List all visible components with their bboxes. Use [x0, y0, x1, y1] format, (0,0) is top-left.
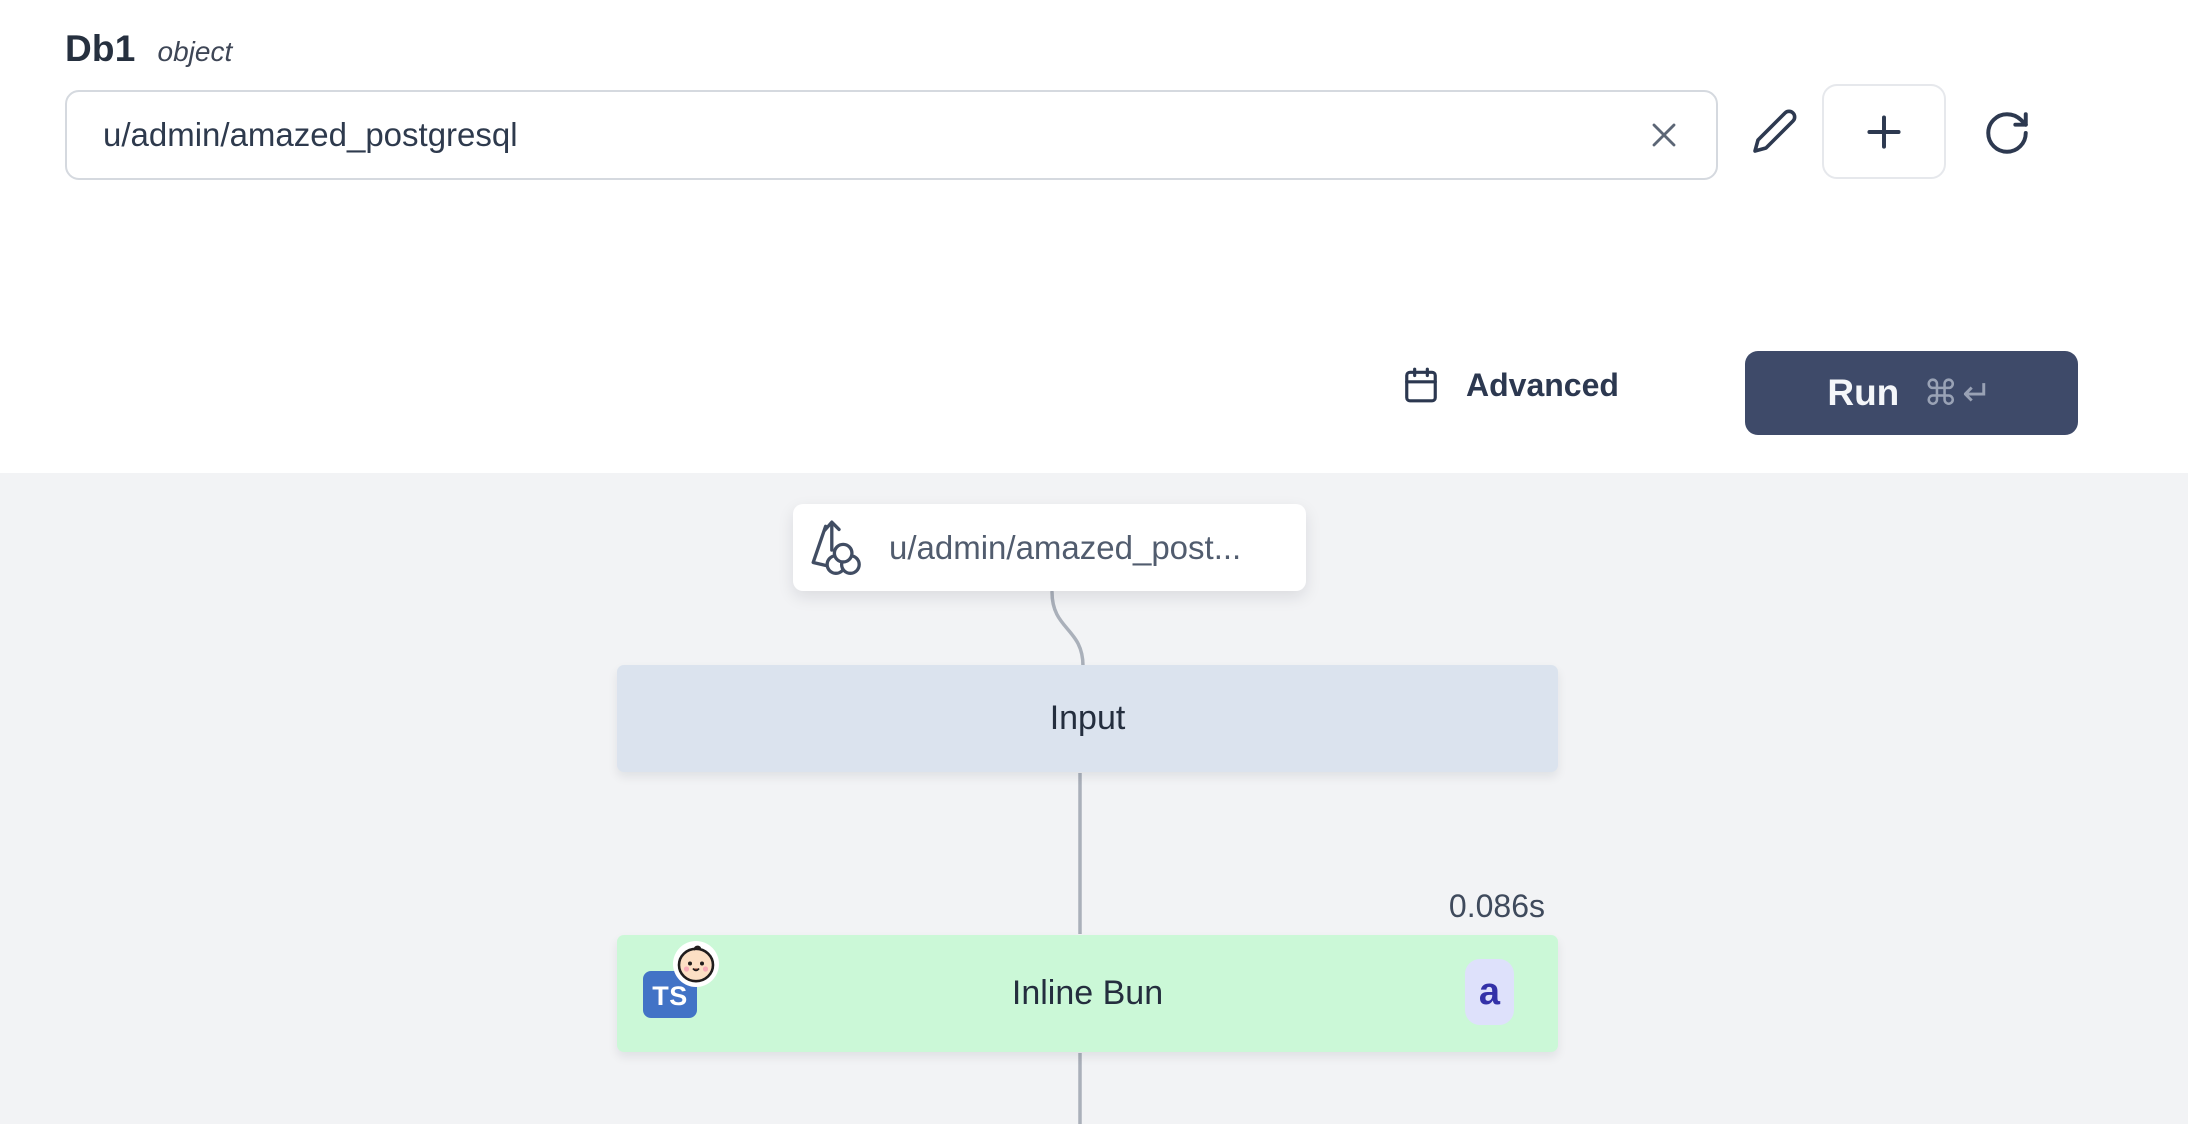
resource-chip-label: u/admin/amazed_post... [889, 529, 1241, 567]
close-icon [1644, 115, 1684, 155]
calendar-icon [1402, 366, 1440, 404]
resource-path-value: u/admin/amazed_postgresql [103, 116, 1640, 154]
flow-node-input[interactable]: Input [617, 665, 1558, 772]
clear-resource-button[interactable] [1640, 111, 1688, 159]
field-label: Db1 [65, 28, 136, 70]
bun-node-label: Inline Bun [1012, 974, 1163, 1013]
field-header: Db1 object [65, 28, 232, 70]
cmd-enter-shortcut: ⌘↵ [1923, 372, 1995, 414]
baby-emoji-icon [673, 941, 719, 987]
run-button[interactable]: Run ⌘↵ [1745, 351, 2078, 435]
flow-test-panel: Db1 object u/admin/amazed_postgresql [0, 0, 2188, 1124]
field-type-label: object [158, 36, 233, 68]
resource-path-input[interactable]: u/admin/amazed_postgresql [65, 90, 1718, 180]
plus-icon [1859, 107, 1909, 157]
input-node-label: Input [1050, 699, 1126, 738]
step-id-badge: a [1465, 959, 1514, 1025]
run-label: Run [1827, 372, 1899, 414]
advanced-label: Advanced [1466, 367, 1619, 404]
add-resource-button[interactable] [1822, 84, 1946, 179]
pencil-icon [1751, 107, 1799, 155]
resource-chip[interactable]: u/admin/amazed_post... [793, 504, 1306, 591]
step-duration: 0.086s [1449, 888, 1545, 925]
edit-resource-button[interactable] [1744, 100, 1806, 162]
advanced-run-button[interactable]: Advanced [1402, 352, 1619, 418]
resource-schema-icon [809, 517, 867, 579]
refresh-resource-button[interactable] [1978, 104, 2036, 162]
flow-node-inline-bun[interactable]: TS Inline Bun a [617, 935, 1558, 1052]
refresh-icon [1982, 108, 2032, 158]
